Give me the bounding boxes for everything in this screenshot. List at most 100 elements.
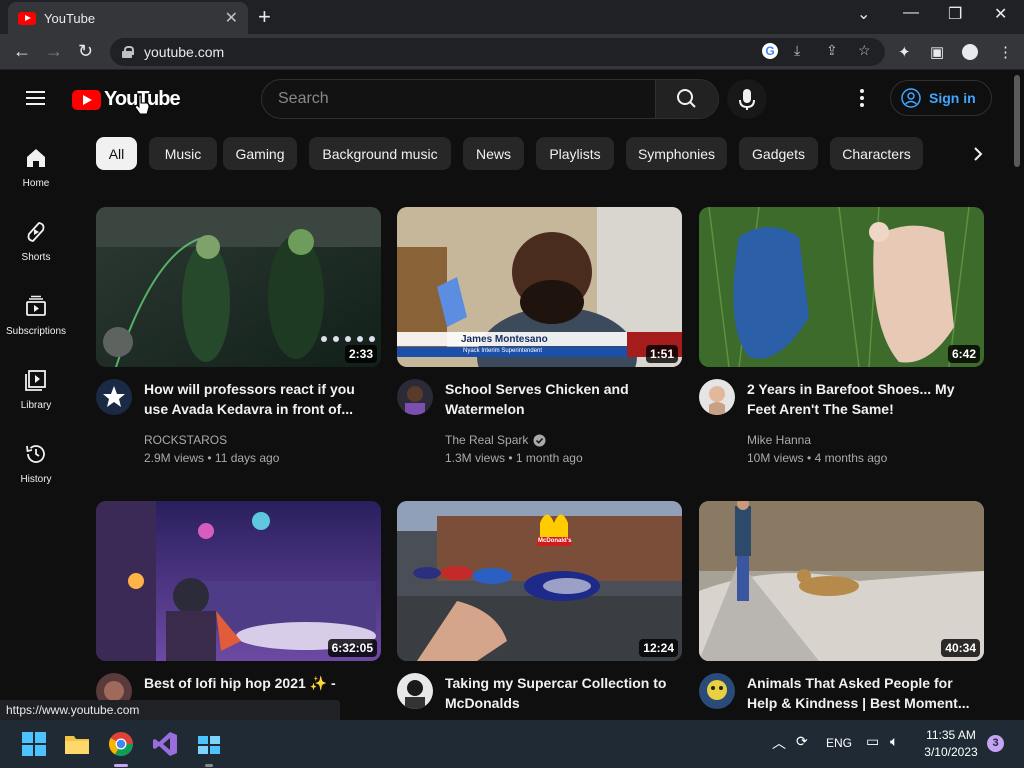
channel-name[interactable]: ROCKSTAROS [144, 433, 227, 447]
chip-symphonies[interactable]: Symphonies [626, 137, 727, 170]
restore-icon[interactable]: ❐ [948, 4, 962, 24]
channel-name[interactable]: The Real Spark [445, 433, 546, 447]
chevron-right-icon[interactable] [968, 144, 988, 164]
sidebar-item-home[interactable]: Home [0, 127, 72, 201]
chip-gadgets[interactable]: Gadgets [739, 137, 818, 170]
search-input[interactable] [262, 80, 656, 118]
new-tab-icon[interactable]: + [258, 4, 271, 30]
language-indicator[interactable]: ENG [826, 736, 852, 750]
sign-in-button[interactable]: Sign in [890, 80, 992, 116]
thumbnail-image [96, 501, 381, 661]
forward-arrow-icon[interactable]: → [45, 41, 63, 62]
sidebar-item-shorts[interactable]: Shorts [0, 201, 72, 275]
channel-avatar[interactable] [96, 379, 132, 415]
channel-avatar[interactable] [699, 673, 735, 709]
hamburger-menu-icon[interactable] [26, 91, 45, 105]
video-thumbnail[interactable]: McDonald's 12:24 [397, 501, 682, 661]
system-clock[interactable]: 11:35 AM 3/10/2023 [920, 727, 982, 761]
chip-news[interactable]: News [463, 137, 524, 170]
video-card[interactable]: James Montesano Nyack Interim Superinten… [397, 207, 682, 465]
sync-icon[interactable]: ⟳ [796, 733, 808, 750]
store-app-icon[interactable] [195, 730, 223, 758]
shorts-icon [27, 222, 45, 242]
animals-channel-avatar-icon [699, 673, 735, 709]
reload-icon[interactable]: ↻ [78, 41, 93, 62]
thumbnail-image [96, 207, 381, 367]
profile-avatar-icon[interactable] [962, 44, 978, 60]
video-meta: 1.3M views • 1 month ago [445, 451, 583, 465]
minimize-icon[interactable]: — [903, 4, 919, 22]
scrollbar-thumb[interactable] [1014, 75, 1020, 167]
visual-studio-icon[interactable] [151, 730, 179, 758]
verified-check-icon [533, 434, 546, 446]
google-lens-icon[interactable]: G [762, 43, 778, 59]
channel-name[interactable]: Mike Hanna [747, 433, 811, 447]
sidebar-item-history[interactable]: History [0, 423, 72, 497]
channel-avatar[interactable] [397, 673, 433, 709]
sidebar-item-library[interactable]: Library [0, 349, 72, 423]
side-panel-icon[interactable]: ▣ [930, 43, 944, 61]
close-window-icon[interactable]: ✕ [994, 4, 1007, 24]
tab-search-chevron-icon[interactable]: ⌄ [857, 4, 870, 24]
search-button[interactable] [655, 80, 718, 118]
bookmark-star-icon[interactable]: ☆ [858, 42, 871, 59]
page-scrollbar[interactable] [1010, 71, 1024, 720]
chrome-icon[interactable] [107, 730, 135, 758]
sidebar-item-label: Library [20, 400, 52, 411]
video-thumbnail[interactable]: 6:42 [699, 207, 984, 367]
sidebar-item-label: History [20, 474, 52, 485]
install-app-icon[interactable]: ⤓ [794, 42, 800, 59]
video-title[interactable]: How will professors react if you use Ava… [144, 379, 374, 419]
browser-menu-icon[interactable]: ⋮ [998, 43, 1013, 61]
sidebar-item-subscriptions[interactable]: Subscriptions [0, 275, 72, 349]
video-card[interactable]: 6:42 2 Years in Barefoot Shoes... My Fee… [699, 207, 984, 465]
video-thumbnail[interactable]: 40:34 [699, 501, 984, 661]
back-arrow-icon[interactable]: ← [13, 41, 31, 62]
microphone-icon [739, 89, 755, 110]
network-icon[interactable]: ▭ [866, 733, 879, 750]
chip-gaming[interactable]: Gaming [223, 137, 297, 170]
chip-music[interactable]: Music [149, 137, 217, 170]
video-title[interactable]: 2 Years in Barefoot Shoes... My Feet Are… [747, 379, 977, 419]
volume-icon[interactable]: 🔈︎ [890, 733, 898, 750]
channel-avatar[interactable] [397, 379, 433, 415]
video-card[interactable]: 2:33 How will professors react if you us… [96, 207, 381, 465]
video-duration: 6:32:05 [327, 639, 377, 657]
video-thumbnail[interactable]: James Montesano Nyack Interim Superinten… [397, 207, 682, 367]
chip-playlists[interactable]: Playlists [536, 137, 614, 170]
extensions-puzzle-icon[interactable]: ✦ [898, 43, 911, 61]
video-title[interactable]: Animals That Asked People for Help & Kin… [747, 673, 977, 713]
file-explorer-icon[interactable] [63, 730, 91, 758]
notification-badge[interactable]: 3 [987, 735, 1004, 752]
channel-avatar[interactable] [699, 379, 735, 415]
youtube-play-logo-icon [72, 89, 101, 110]
youtube-logo[interactable]: YouTube [72, 88, 181, 111]
chip-background-music[interactable]: Background music [309, 137, 451, 170]
video-title[interactable]: Best of lofi hip hop 2021 ✨ - [144, 673, 374, 693]
chip-characters[interactable]: Characters [830, 137, 923, 170]
video-thumbnail[interactable]: 6:32:05 [96, 501, 381, 661]
browser-tabstrip: YouTube ✕ + ⌄ — ❐ ✕ [0, 0, 1024, 34]
windows-start-icon[interactable] [20, 730, 48, 758]
lock-icon[interactable] [122, 46, 134, 58]
upload-age: 11 days ago [214, 451, 280, 465]
screen: YouTube ✕ + ⌄ — ❐ ✕ ← → ↻ youtube.com G … [0, 0, 1024, 768]
chevron-up-icon[interactable]: ︿ [772, 733, 786, 753]
video-title[interactable]: School Serves Chicken and Watermelon [445, 379, 675, 419]
the-real-spark-avatar-icon [397, 379, 433, 415]
settings-more-icon[interactable] [854, 89, 870, 109]
video-thumbnail[interactable]: 2:33 [96, 207, 381, 367]
voice-search-button[interactable] [727, 79, 767, 119]
video-card[interactable]: McDonald's 12:24 Taking my Supercar Coll… [397, 501, 682, 711]
chip-all[interactable]: All [96, 137, 137, 170]
search-box [261, 79, 719, 119]
video-title[interactable]: Taking my Supercar Collection to McDonal… [445, 673, 675, 713]
video-card[interactable]: 40:34 Animals That Asked People for Help… [699, 501, 984, 711]
open-app-indicator [205, 764, 213, 767]
browser-tab[interactable]: YouTube ✕ [8, 2, 248, 34]
upload-age: 1 month ago [515, 451, 583, 465]
sign-in-label: Sign in [929, 90, 976, 106]
video-card[interactable]: 6:32:05 Best of lofi hip hop 2021 ✨ - [96, 501, 381, 709]
close-tab-icon[interactable]: ✕ [225, 8, 238, 28]
share-icon[interactable]: ⇪ [826, 42, 838, 59]
